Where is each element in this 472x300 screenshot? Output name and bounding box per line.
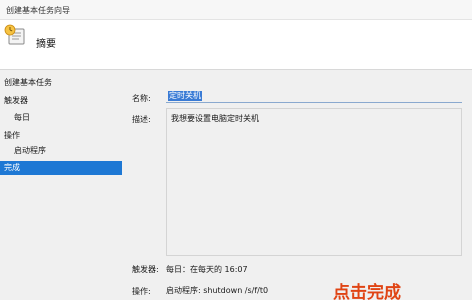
step-start-program[interactable]: 启动程序	[0, 144, 122, 158]
wizard-steps: 创建基本任务 触发器 每日 操作 启动程序 完成	[0, 72, 122, 300]
action-label: 操作:	[132, 287, 151, 296]
description-value: 我想要设置电脑定时关机	[171, 114, 259, 123]
task-wizard-icon	[4, 24, 26, 46]
trigger-value: 每日：在每天的 16:07	[166, 265, 248, 274]
annotation-overlay: 点击完成	[333, 283, 401, 300]
action-value: 启动程序: shutdown /s/f/t0	[166, 286, 269, 295]
step-label: 创建基本任务	[4, 78, 52, 87]
task-name-field[interactable]: 定时关机	[166, 89, 462, 103]
trigger-label: 触发器:	[132, 265, 159, 274]
wizard-header: 摘要	[0, 20, 472, 70]
step-trigger[interactable]: 触发器	[0, 94, 122, 108]
step-daily[interactable]: 每日	[0, 111, 122, 125]
description-field[interactable]: 我想要设置电脑定时关机	[166, 108, 462, 256]
step-finish[interactable]: 完成	[0, 161, 122, 175]
window-title: 创建基本任务向导	[6, 6, 70, 15]
description-label: 描述:	[132, 115, 151, 124]
step-label: 启动程序	[14, 146, 46, 155]
title-bar: 创建基本任务向导	[0, 0, 472, 20]
step-label: 操作	[4, 131, 20, 140]
step-action[interactable]: 操作	[0, 129, 122, 143]
page-heading: 摘要	[36, 39, 56, 50]
step-label: 每日	[14, 113, 30, 122]
task-name-value: 定时关机	[168, 91, 202, 101]
name-label: 名称:	[132, 94, 151, 103]
step-label: 完成	[4, 163, 20, 172]
step-label: 触发器	[4, 96, 28, 105]
step-create-basic-task[interactable]: 创建基本任务	[0, 76, 122, 90]
